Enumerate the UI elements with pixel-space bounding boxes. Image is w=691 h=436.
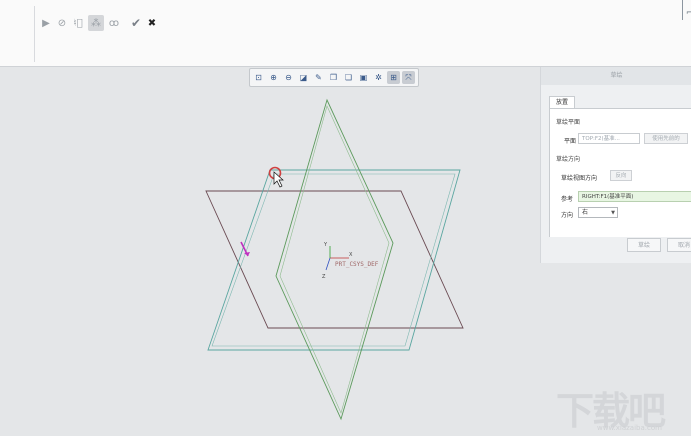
zoom-fit-icon[interactable]: ⊡ [252, 71, 265, 84]
annotation-display-icon[interactable]: ⊞ [387, 71, 400, 84]
csys-z-label: Z [322, 274, 326, 280]
saved-views-icon[interactable]: ❏ [342, 71, 355, 84]
zoom-in-icon[interactable]: ⊕ [267, 71, 280, 84]
zoom-out-icon[interactable]: ⊖ [282, 71, 295, 84]
csys-x-label: X [349, 252, 353, 258]
sketch-dialog: 草绘 放置 草绘平面 平面 TOP:F2(基准... 使用先前的 草绘方向 草绘… [540, 67, 691, 263]
plane-collector[interactable]: TOP:F2(基准... [578, 133, 640, 144]
sketch-button[interactable]: 草绘 [627, 238, 661, 252]
repaint-icon[interactable]: ◪ [297, 71, 310, 84]
reference-label: 参考 [561, 196, 574, 203]
orient-icon[interactable]: ✎ [312, 71, 325, 84]
direction-select-value: 右 [582, 209, 589, 216]
front-datum-plane-inner [211, 173, 456, 347]
sketch-plane-section-title: 草绘平面 [556, 119, 581, 126]
datum-display-icon[interactable]: ✲ [372, 71, 385, 84]
front-datum-plane[interactable] [207, 169, 461, 351]
watermark-url: www.xiazaiba.com [597, 424, 662, 432]
view-direction-label: 草绘视图方向 [561, 175, 598, 182]
top-datum-plane[interactable] [205, 190, 464, 329]
view-toolbar: ⊡ ⊕ ⊖ ◪ ✎ ❒ ❏ ▣ ✲ ⊞ ⤧ [249, 68, 419, 87]
reference-collector[interactable]: RIGHT:F1(基准平面) [578, 191, 691, 202]
csys-label[interactable]: PRT_CSYS_DEF [335, 261, 379, 268]
chevron-down-icon: ▼ [611, 210, 615, 216]
direction-label: 方向 [561, 212, 574, 219]
csys-y-label: Y [323, 242, 328, 248]
csys-z-axis [325, 257, 331, 271]
right-datum-plane[interactable] [275, 98, 394, 421]
flip-button[interactable]: 反向 [610, 170, 632, 181]
spin-center-icon[interactable]: ⤧ [402, 71, 415, 84]
right-datum-plane-inner [279, 105, 390, 414]
use-previous-button[interactable]: 使用先前的 [644, 133, 688, 144]
direction-select[interactable]: 右 ▼ [578, 207, 618, 218]
orientation-section-title: 草绘方向 [556, 156, 581, 163]
display-style-icon[interactable]: ❒ [327, 71, 340, 84]
cancel-button[interactable]: 取消 [667, 238, 691, 252]
plane-label: 平面 [564, 138, 577, 145]
view-manager-icon[interactable]: ▣ [357, 71, 370, 84]
dialog-title: 草绘 [541, 67, 691, 85]
